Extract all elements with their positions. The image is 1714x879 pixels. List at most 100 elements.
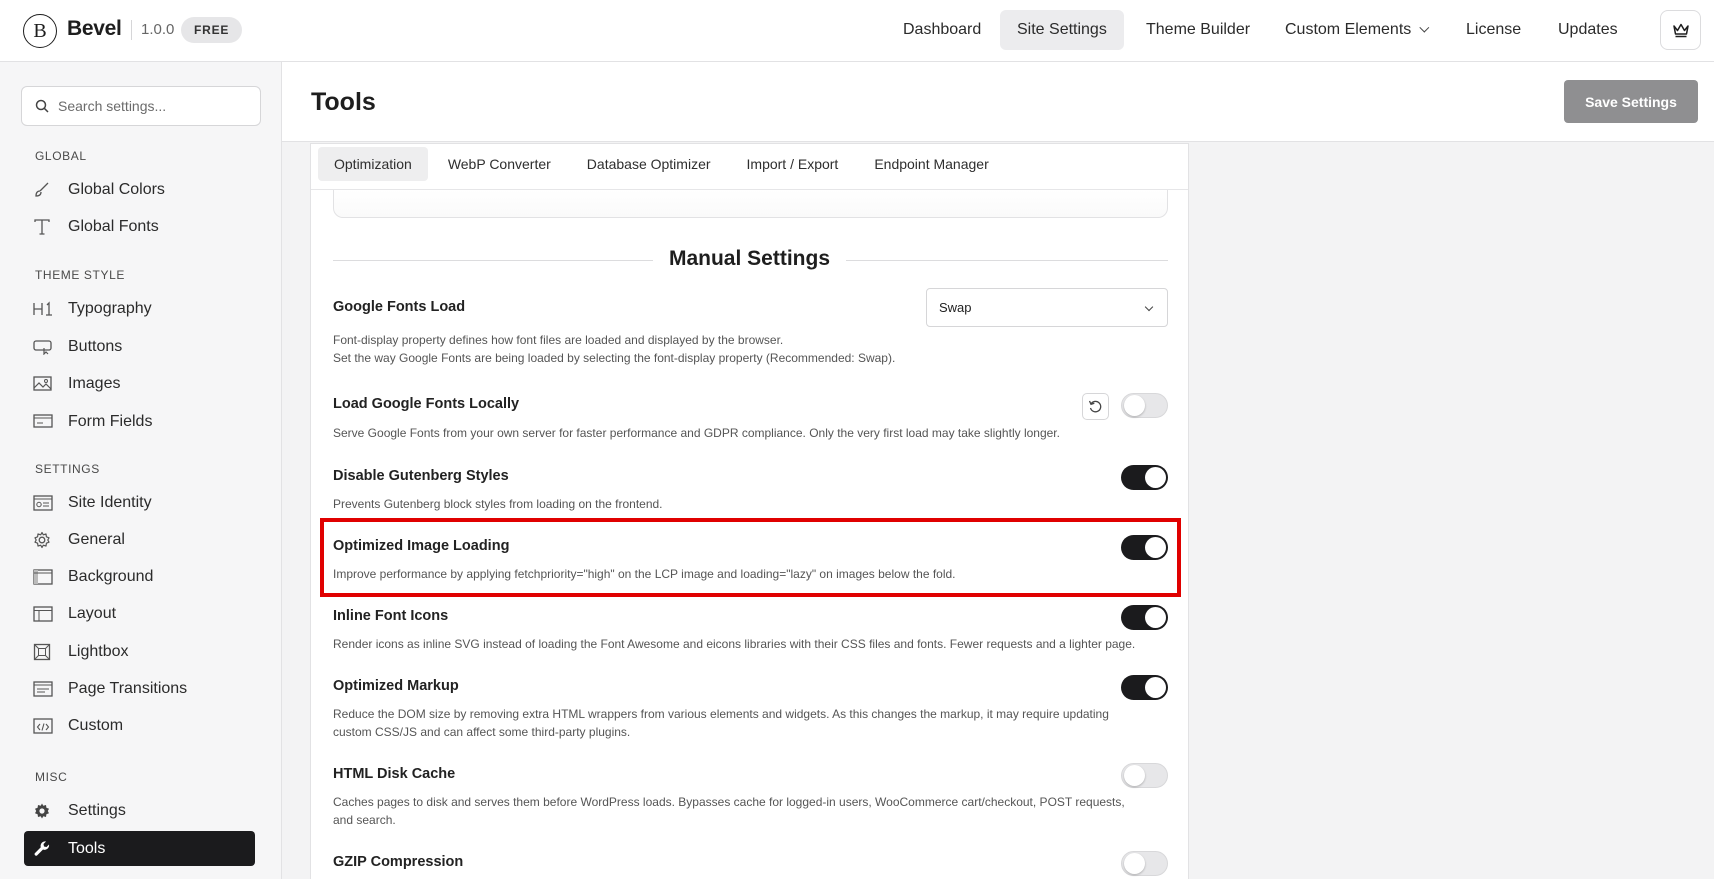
crown-button[interactable]	[1660, 10, 1701, 50]
search-box[interactable]	[21, 86, 261, 126]
settings-gear-icon	[33, 801, 61, 821]
tab-import-export[interactable]: Import / Export	[731, 147, 855, 181]
setting-description: Caches pages to disk and serves them bef…	[333, 793, 1163, 829]
sidebar-item-layout[interactable]: Layout	[24, 596, 255, 631]
search-icon	[35, 99, 49, 113]
toggle-knob	[1145, 607, 1166, 628]
sidebar-item-lightbox[interactable]: Lightbox	[24, 634, 255, 669]
google-fonts-load-select[interactable]: Swap	[926, 288, 1168, 327]
sidebar-item-label: Settings	[68, 801, 126, 819]
section-title-settings: SETTINGS	[35, 462, 100, 476]
setting-description: Reduce the DOM size by removing extra HT…	[333, 705, 1163, 741]
sidebar-item-form-fields[interactable]: Form Fields	[24, 404, 255, 439]
setting-description: Font-display property defines how font f…	[333, 331, 1163, 367]
description-line: Reduce the DOM size by removing extra HT…	[333, 707, 1109, 721]
sidebar-item-site-identity[interactable]: Site Identity	[24, 485, 255, 520]
setting-title: Load Google Fonts Locally	[333, 396, 520, 412]
sidebar-item-background[interactable]: Background	[24, 559, 255, 594]
toggle-knob	[1145, 677, 1166, 698]
disable-gutenberg-styles-toggle[interactable]	[1121, 465, 1168, 490]
identity-icon	[33, 493, 61, 513]
setting-description: Prevents Gutenberg block styles from loa…	[333, 497, 663, 511]
section-title-global: GLOBAL	[35, 149, 87, 163]
setting-title: Inline Font Icons	[333, 608, 449, 624]
setting-title: Google Fonts Load	[333, 299, 466, 315]
toggle-knob	[1124, 765, 1145, 786]
lightbox-icon	[33, 642, 61, 662]
brand-name: Bevel	[67, 17, 122, 40]
inline-font-icons-toggle[interactable]	[1121, 605, 1168, 630]
optimized-markup-toggle[interactable]	[1121, 675, 1168, 700]
main-header: Tools Save Settings	[282, 62, 1714, 142]
sidebar-item-buttons[interactable]: Buttons	[24, 329, 255, 364]
gzip-compression-toggle[interactable]	[1121, 851, 1168, 876]
reset-button[interactable]	[1082, 393, 1109, 420]
layout-icon	[33, 604, 61, 624]
section-title-text: Manual Settings	[652, 247, 847, 270]
sidebar-item-global-colors[interactable]: Global Colors	[24, 172, 255, 207]
setting-description: Render icons as inline SVG instead of lo…	[333, 637, 1136, 651]
sidebar-item-label: Global Colors	[68, 180, 165, 198]
tab-database-optimizer[interactable]: Database Optimizer	[571, 147, 727, 181]
gear-icon	[33, 530, 61, 550]
nav-custom-elements[interactable]: Custom Elements	[1268, 10, 1442, 50]
sidebar-item-label: Layout	[68, 604, 117, 622]
sidebar-item-global-fonts[interactable]: Global Fonts	[24, 209, 255, 244]
select-value: Swap	[939, 300, 972, 315]
description-line: and search.	[333, 813, 396, 827]
nav-custom-elements-label: Custom Elements	[1285, 21, 1412, 38]
bevel-logo-icon[interactable]: B	[23, 14, 57, 48]
tab-optimization[interactable]: Optimization	[318, 147, 428, 181]
background-icon	[33, 567, 61, 587]
sidebar-item-label: Global Fonts	[68, 217, 159, 235]
toggle-knob	[1124, 853, 1145, 874]
search-input[interactable]	[58, 87, 254, 125]
sidebar-item-custom[interactable]: Custom	[24, 708, 255, 743]
sidebar-item-general[interactable]: General	[24, 522, 255, 557]
transitions-icon	[33, 679, 61, 699]
description-line: Font-display property defines how font f…	[333, 333, 784, 347]
divider	[131, 20, 132, 40]
nav-license[interactable]: License	[1449, 10, 1538, 50]
sidebar-item-tools[interactable]: Tools	[24, 831, 255, 866]
highlight-box	[320, 518, 1181, 597]
sidebar-item-label: Images	[68, 374, 121, 392]
tab-endpoint-manager[interactable]: Endpoint Manager	[858, 147, 1004, 181]
sidebar-item-label: Custom	[68, 716, 124, 734]
font-icon	[33, 217, 61, 237]
page-title: Tools	[311, 88, 376, 116]
reset-icon	[1088, 400, 1102, 413]
tab-webp-converter[interactable]: WebP Converter	[432, 147, 567, 181]
nav-site-settings[interactable]: Site Settings	[1000, 10, 1124, 50]
brush-icon	[33, 180, 61, 200]
load-fonts-locally-toggle[interactable]	[1121, 393, 1168, 418]
settings-card: Optimization WebP Converter Database Opt…	[310, 143, 1189, 879]
nav-dashboard[interactable]: Dashboard	[886, 10, 998, 50]
tab-bar: Optimization WebP Converter Database Opt…	[318, 147, 1005, 183]
plan-badge: FREE	[181, 17, 243, 43]
sidebar-item-images[interactable]: Images	[24, 366, 255, 401]
crown-icon	[1672, 23, 1689, 38]
chevron-down-icon	[1419, 22, 1430, 33]
toggle-knob	[1145, 467, 1166, 488]
save-settings-button[interactable]: Save Settings	[1564, 80, 1698, 123]
previous-panel	[333, 190, 1168, 218]
section-title: Manual Settings	[311, 247, 1188, 271]
setting-title: Disable Gutenberg Styles	[333, 468, 509, 484]
sidebar-item-page-transitions[interactable]: Page Transitions	[24, 671, 255, 706]
section-title-misc: MISC	[35, 770, 68, 784]
setting-title: Optimized Markup	[333, 678, 459, 694]
sidebar-item-label: Buttons	[68, 337, 123, 355]
description-line: Set the way Google Fonts are being loade…	[333, 351, 896, 365]
description-line: Caches pages to disk and serves them bef…	[333, 795, 1125, 809]
sidebar-item-settings[interactable]: Settings	[24, 793, 255, 828]
setting-description: Serve Google Fonts from your own server …	[333, 426, 1060, 440]
toggle-knob	[1124, 395, 1145, 416]
html-disk-cache-toggle[interactable]	[1121, 763, 1168, 788]
top-bar: B Bevel 1.0.0 FREE Dashboard Site Settin…	[0, 0, 1714, 62]
sidebar-item-typography[interactable]: Typography	[24, 291, 255, 326]
wrench-icon	[33, 839, 61, 859]
sidebar: GLOBAL Global Colors Global Fonts THEME …	[0, 62, 282, 879]
nav-theme-builder[interactable]: Theme Builder	[1129, 10, 1267, 50]
nav-updates[interactable]: Updates	[1541, 10, 1635, 50]
